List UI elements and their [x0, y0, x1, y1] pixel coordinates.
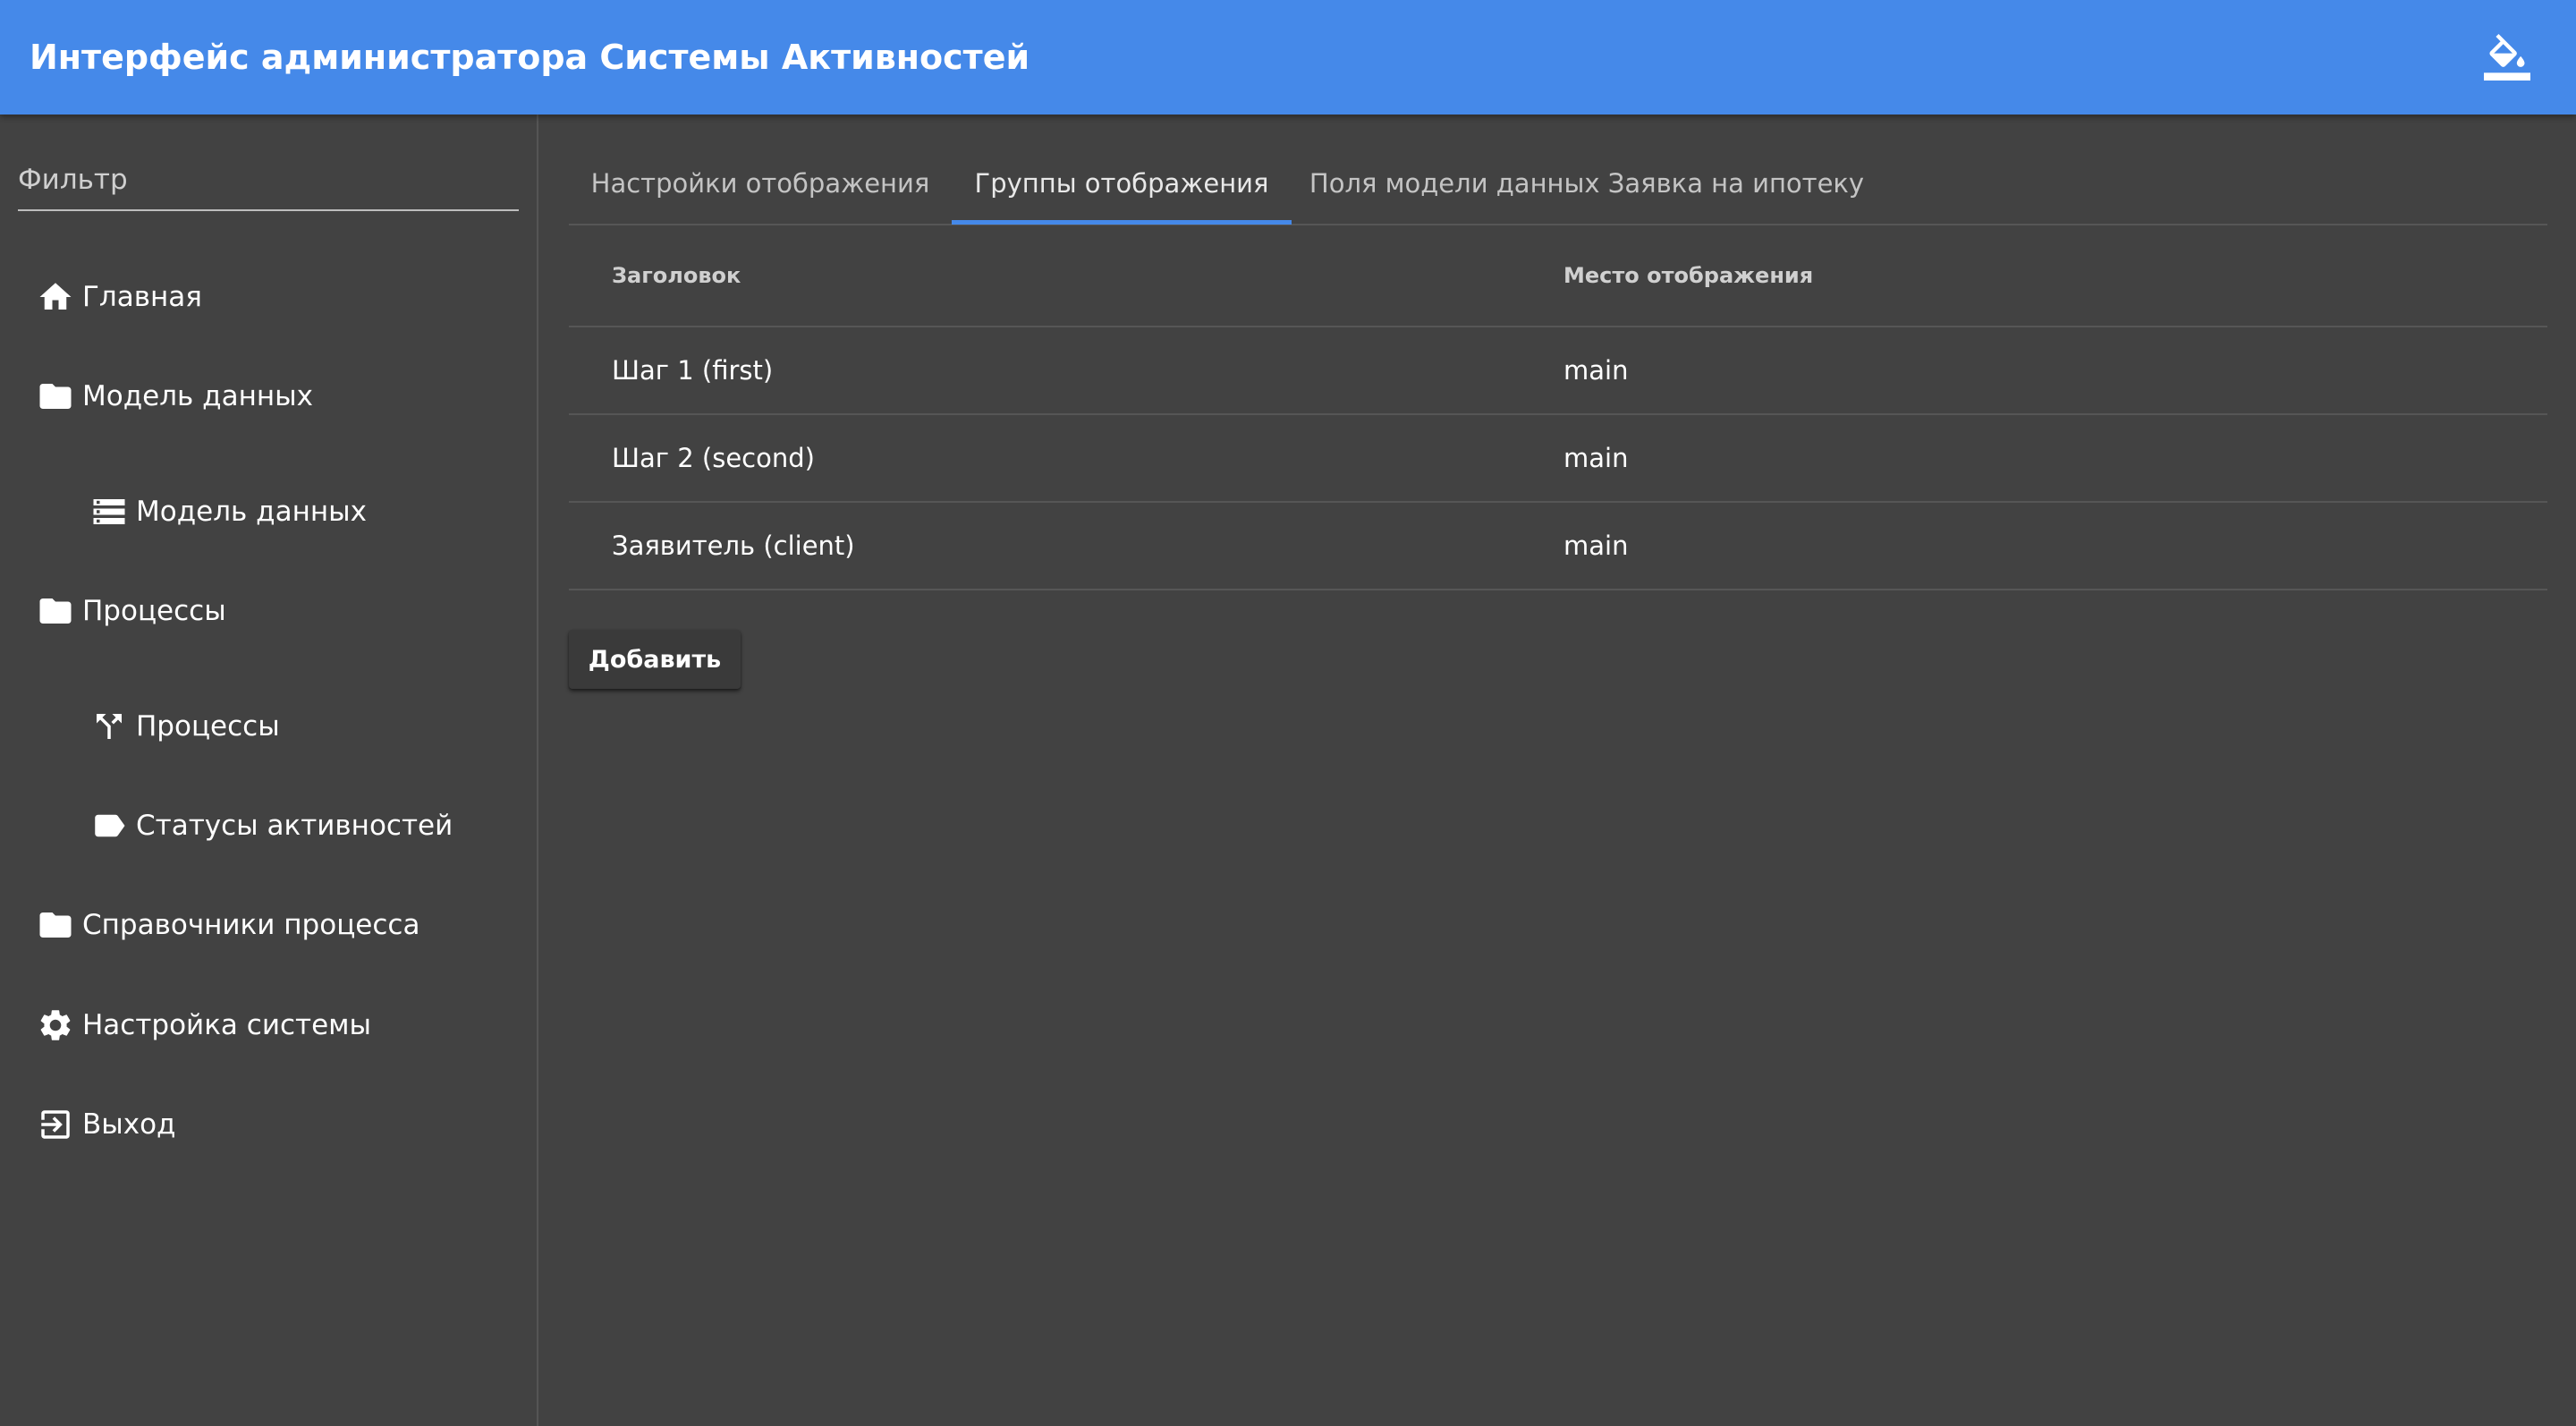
filter-field — [18, 152, 519, 211]
tab-display-groups[interactable]: Группы отображения — [952, 143, 1292, 224]
column-header-title[interactable]: Заголовок — [612, 225, 741, 326]
cell-title: Шаг 1 (first) — [612, 355, 774, 386]
cell-title: Заявитель (client) — [612, 531, 855, 561]
sidebar-item-label: Процессы — [82, 595, 226, 627]
label-tag-icon — [89, 806, 129, 845]
sidebar-item-label: Главная — [82, 281, 202, 313]
table-row[interactable]: Шаг 2 (second) main — [569, 415, 2547, 503]
display-groups-table: Заголовок Место отображения Шаг 1 (first… — [569, 225, 2547, 590]
sidebar-item-label: Модель данных — [136, 496, 367, 528]
sidebar-item-label: Настройка системы — [82, 1009, 372, 1041]
storage-icon — [89, 492, 129, 531]
sidebar-item-label: Справочники процесса — [82, 909, 420, 941]
column-header-place[interactable]: Место отображения — [1563, 225, 1813, 326]
tab-bar: Настройки отображения Группы отображения… — [569, 143, 2547, 225]
folder-icon — [36, 591, 75, 631]
gear-icon — [36, 1006, 75, 1045]
home-icon — [36, 277, 75, 317]
main-content: Настройки отображения Группы отображения… — [538, 115, 2576, 1426]
filter-input[interactable] — [18, 152, 519, 208]
cell-place: main — [1563, 443, 1629, 473]
format-color-fill-icon — [2484, 34, 2530, 81]
sidebar-item-label: Статусы активностей — [136, 810, 453, 842]
tab-data-model-fields[interactable]: Поля модели данных Заявка на ипотеку — [1292, 143, 1882, 224]
cell-place: main — [1563, 531, 1629, 561]
table-row[interactable]: Шаг 1 (first) main — [569, 327, 2547, 415]
sidebar-item-label: Процессы — [136, 710, 280, 743]
folder-icon — [36, 377, 75, 416]
sidebar-item-logout[interactable]: Выход — [36, 1089, 176, 1160]
sidebar-item-label: Модель данных — [82, 380, 313, 412]
sidebar-item-process-dictionaries[interactable]: Справочники процесса — [36, 889, 419, 961]
add-button[interactable]: Добавить — [569, 630, 741, 689]
theme-toggle-button[interactable] — [2478, 30, 2537, 84]
exit-icon — [36, 1105, 75, 1144]
active-tab-indicator — [952, 220, 1292, 225]
sidebar-item-data-model[interactable]: Модель данных — [89, 476, 367, 547]
table-row[interactable]: Заявитель (client) main — [569, 503, 2547, 590]
sidebar-item-processes[interactable]: Процессы — [89, 691, 280, 762]
folder-icon — [36, 905, 75, 945]
sidebar: Главная Модель данных Модель данных Проц… — [0, 115, 538, 1426]
sidebar-item-activity-statuses[interactable]: Статусы активностей — [89, 790, 453, 862]
sidebar-item-data-model-group[interactable]: Модель данных — [36, 361, 313, 432]
tab-display-settings[interactable]: Настройки отображения — [569, 143, 952, 224]
app-header: Интерфейс администратора Системы Активно… — [0, 0, 2576, 115]
merge-arrows-icon — [89, 707, 129, 746]
sidebar-item-processes-group[interactable]: Процессы — [36, 575, 226, 647]
app-title: Интерфейс администратора Системы Активно… — [30, 38, 1030, 77]
cell-title: Шаг 2 (second) — [612, 443, 815, 473]
table-header-row: Заголовок Место отображения — [569, 225, 2547, 327]
sidebar-item-system-settings[interactable]: Настройка системы — [36, 989, 371, 1061]
sidebar-item-label: Выход — [82, 1108, 176, 1141]
sidebar-item-home[interactable]: Главная — [36, 261, 202, 333]
cell-place: main — [1563, 355, 1629, 386]
